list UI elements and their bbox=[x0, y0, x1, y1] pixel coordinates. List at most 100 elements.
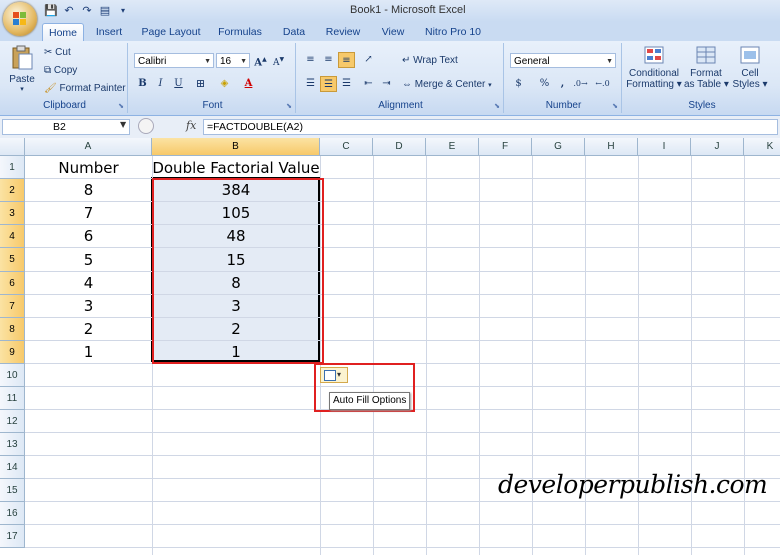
currency-button[interactable]: $ bbox=[510, 76, 527, 92]
cell-a4[interactable]: 6 bbox=[25, 225, 152, 248]
underline-button[interactable]: U bbox=[170, 76, 187, 92]
tab-formulas[interactable]: Formulas bbox=[212, 23, 268, 41]
row-header-13[interactable]: 13 bbox=[0, 433, 25, 456]
cell-styles-label-2: Styles ▾ bbox=[732, 79, 768, 90]
clipboard-group: Paste ▾ ✂ Cut ⧉ Copy 🖌 Format Painter Cl… bbox=[2, 43, 128, 113]
row-header-4[interactable]: 4 bbox=[0, 225, 25, 248]
font-name-combo[interactable]: Calibri ▼ bbox=[134, 53, 214, 68]
cell-styles-button[interactable]: Cell Styles ▾ bbox=[730, 45, 770, 90]
format-as-table-icon bbox=[696, 46, 716, 64]
align-top-icon[interactable]: ≡ bbox=[302, 52, 319, 68]
align-middle-icon[interactable]: ≡ bbox=[320, 52, 337, 68]
paste-dropdown-icon[interactable]: ▾ bbox=[8, 85, 36, 93]
cell-a9[interactable]: 1 bbox=[25, 341, 152, 364]
cell-a8[interactable]: 2 bbox=[25, 318, 152, 341]
row-header-14[interactable]: 14 bbox=[0, 456, 25, 479]
insert-function-icon[interactable]: fx bbox=[186, 119, 196, 132]
italic-button[interactable]: I bbox=[152, 76, 169, 92]
worksheet-grid[interactable]: A B C D E F G H I J K 1 2 3 4 5 6 7 8 9 … bbox=[0, 138, 780, 555]
row-header-10[interactable]: 10 bbox=[0, 364, 25, 387]
clipboard-launcher-icon[interactable]: ⬊ bbox=[118, 102, 124, 110]
cell-a5[interactable]: 5 bbox=[25, 248, 152, 272]
row-header-12[interactable]: 12 bbox=[0, 410, 25, 433]
column-header-a[interactable]: A bbox=[25, 138, 152, 156]
merge-center-button[interactable]: ⇔ Merge & Center ▾ bbox=[402, 79, 492, 90]
office-button[interactable] bbox=[3, 2, 37, 36]
grow-font-icon[interactable]: A▲ bbox=[252, 52, 269, 68]
column-header-g[interactable]: G bbox=[532, 138, 585, 156]
column-header-b[interactable]: B bbox=[152, 138, 320, 156]
cell-a7[interactable]: 3 bbox=[25, 295, 152, 318]
cell-a2[interactable]: 8 bbox=[25, 179, 152, 202]
shrink-font-icon[interactable]: A▼ bbox=[270, 52, 287, 68]
tab-page-layout[interactable]: Page Layout bbox=[138, 23, 204, 41]
wrap-text-button[interactable]: ↵ Wrap Text bbox=[402, 55, 458, 66]
column-header-c[interactable]: C bbox=[320, 138, 373, 156]
decrease-decimal-icon[interactable]: ←.0 bbox=[594, 76, 611, 92]
paste-button[interactable]: Paste ▾ bbox=[8, 45, 36, 93]
format-as-table-button[interactable]: Format as Table ▾ bbox=[684, 45, 729, 90]
cancel-icon[interactable] bbox=[138, 118, 154, 134]
conditional-formatting-button[interactable]: Conditional Formatting ▾ bbox=[626, 45, 682, 90]
tab-view[interactable]: View bbox=[374, 23, 412, 41]
row-header-5[interactable]: 5 bbox=[0, 248, 25, 272]
comma-button[interactable]: , bbox=[554, 76, 571, 92]
row-header-11[interactable]: 11 bbox=[0, 387, 25, 410]
column-header-e[interactable]: E bbox=[426, 138, 479, 156]
align-left-icon[interactable]: ☰ bbox=[302, 76, 319, 92]
borders-icon[interactable]: ⊞ bbox=[192, 76, 209, 92]
cut-button[interactable]: ✂ Cut bbox=[44, 47, 71, 58]
row-header-16[interactable]: 16 bbox=[0, 502, 25, 525]
formula-input[interactable]: =FACTDOUBLE(A2) bbox=[203, 119, 778, 135]
row-header-17[interactable]: 17 bbox=[0, 525, 25, 548]
row-header-2[interactable]: 2 bbox=[0, 179, 25, 202]
row-header-9[interactable]: 9 bbox=[0, 341, 25, 364]
alignment-group: ≡ ≡ ≡ ↗ ☰ ☰ ☰ ⇤ ⇥ ↵ Wrap Text ⇔ Merge & … bbox=[298, 43, 504, 113]
align-center-icon[interactable]: ☰ bbox=[320, 76, 337, 92]
fill-color-icon[interactable]: ◈ bbox=[216, 76, 233, 92]
increase-indent-icon[interactable]: ⇥ bbox=[378, 76, 395, 92]
font-launcher-icon[interactable]: ⬊ bbox=[286, 102, 292, 110]
format-painter-button[interactable]: 🖌 Format Painter bbox=[44, 83, 126, 94]
row-header-1[interactable]: 1 bbox=[0, 156, 25, 179]
column-header-f[interactable]: F bbox=[479, 138, 532, 156]
row-header-15[interactable]: 15 bbox=[0, 479, 25, 502]
select-all-corner[interactable] bbox=[0, 138, 25, 156]
alignment-launcher-icon[interactable]: ⬊ bbox=[494, 102, 500, 110]
cell-a3[interactable]: 7 bbox=[25, 202, 152, 225]
cell-a1[interactable]: Number bbox=[25, 157, 152, 179]
tab-data[interactable]: Data bbox=[276, 23, 312, 41]
decrease-indent-icon[interactable]: ⇤ bbox=[360, 76, 377, 92]
bold-button[interactable]: B bbox=[134, 76, 151, 92]
column-header-j[interactable]: J bbox=[691, 138, 744, 156]
row-header-8[interactable]: 8 bbox=[0, 318, 25, 341]
percent-button[interactable]: % bbox=[536, 76, 553, 92]
column-header-i[interactable]: I bbox=[638, 138, 691, 156]
align-bottom-icon[interactable]: ≡ bbox=[338, 52, 355, 68]
tab-insert[interactable]: Insert bbox=[88, 23, 130, 41]
row-header-7[interactable]: 7 bbox=[0, 295, 25, 318]
auto-fill-options-button[interactable]: ▾ bbox=[320, 367, 348, 383]
column-header-k[interactable]: K bbox=[744, 138, 780, 156]
copy-button[interactable]: ⧉ Copy bbox=[44, 65, 77, 76]
align-right-icon[interactable]: ☰ bbox=[338, 76, 355, 92]
grid-line bbox=[25, 524, 780, 525]
tab-home[interactable]: Home bbox=[42, 23, 84, 42]
increase-decimal-icon[interactable]: .0→ bbox=[572, 76, 589, 92]
tab-review[interactable]: Review bbox=[320, 23, 366, 41]
number-launcher-icon[interactable]: ⬊ bbox=[612, 102, 618, 110]
cell-styles-label-1: Cell bbox=[741, 68, 759, 79]
number-format-combo[interactable]: General ▼ bbox=[510, 53, 616, 68]
column-header-d[interactable]: D bbox=[373, 138, 426, 156]
font-color-icon[interactable]: A bbox=[240, 76, 257, 92]
cell-b1[interactable]: Double Factorial Value bbox=[152, 157, 320, 179]
row-header-3[interactable]: 3 bbox=[0, 202, 25, 225]
name-box-dropdown-icon[interactable]: ▼ bbox=[120, 120, 126, 129]
column-header-h[interactable]: H bbox=[585, 138, 638, 156]
font-size-combo[interactable]: 16 ▼ bbox=[216, 53, 250, 68]
name-box[interactable]: B2 bbox=[2, 119, 130, 135]
row-header-6[interactable]: 6 bbox=[0, 272, 25, 295]
orientation-icon[interactable]: ↗ bbox=[360, 52, 377, 68]
cell-a6[interactable]: 4 bbox=[25, 272, 152, 295]
tab-nitro-pro[interactable]: Nitro Pro 10 bbox=[420, 23, 486, 41]
